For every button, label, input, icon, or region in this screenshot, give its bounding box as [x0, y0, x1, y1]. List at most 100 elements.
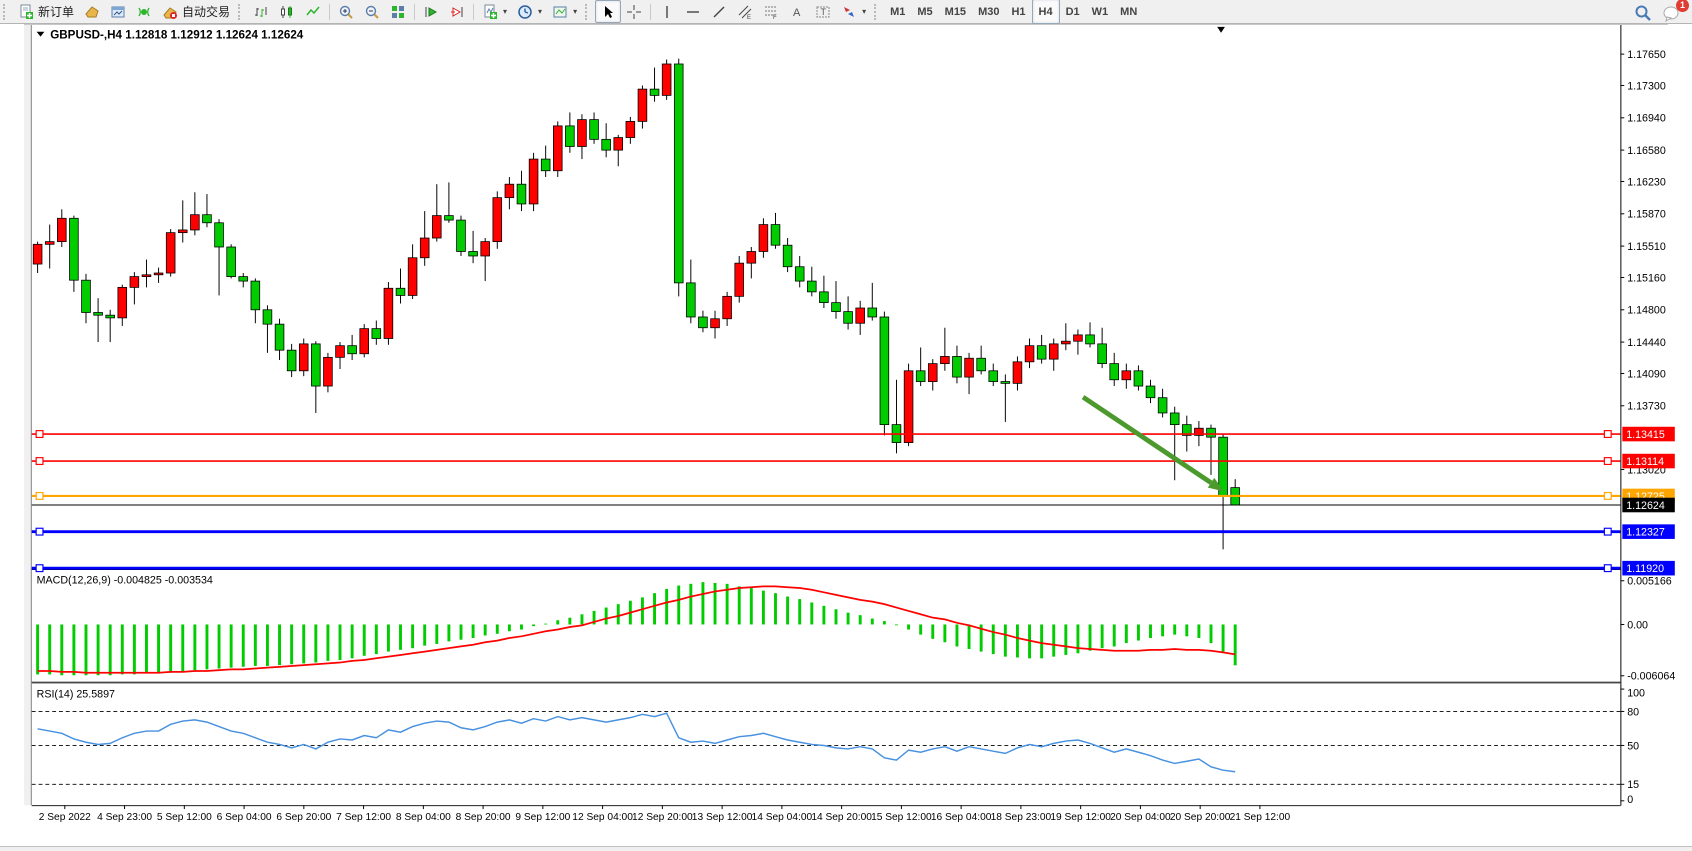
alerts-button[interactable]: [131, 0, 157, 23]
hline-handle[interactable]: [1604, 528, 1611, 535]
rsi-label: RSI(14) 25.5897: [37, 688, 115, 700]
time-axis-label: 6 Sep 04:00: [217, 812, 272, 823]
timeframe-H4[interactable]: H4: [1032, 0, 1060, 24]
chart-shift-marker[interactable]: [1217, 27, 1225, 33]
time-axis-label: 8 Sep 20:00: [456, 812, 511, 823]
gbpusd-h4-chart[interactable]: 1.176501.173001.169401.165801.162301.158…: [0, 24, 1692, 846]
time-axis-label: 13 Sep 12:00: [692, 812, 753, 823]
chart-shift-button[interactable]: [444, 0, 470, 23]
chevron-down-icon: ▾: [538, 7, 542, 16]
candle: [239, 277, 248, 281]
chart-shift-icon: [449, 4, 465, 20]
auto-trading-button[interactable]: 自动交易: [157, 0, 235, 23]
timeframe-M5[interactable]: M5: [911, 4, 938, 20]
candle: [203, 215, 212, 223]
candle: [106, 315, 115, 318]
annotation-arrow[interactable]: [1083, 397, 1211, 483]
cursor-button[interactable]: [595, 0, 621, 23]
chevron-down-icon: ▾: [503, 7, 507, 16]
text-icon: A: [789, 4, 805, 20]
candle: [142, 275, 151, 277]
profiles-button[interactable]: [105, 0, 131, 23]
time-axis-label: 20 Sep 04:00: [1110, 812, 1171, 823]
hline-handle[interactable]: [1604, 431, 1611, 438]
time-axis-label: 5 Sep 12:00: [157, 812, 212, 823]
candle: [517, 184, 526, 204]
candle: [1170, 413, 1179, 425]
tile-windows-button[interactable]: [385, 0, 411, 23]
candle: [82, 280, 91, 312]
svg-text:A: A: [793, 7, 801, 19]
candle: [565, 126, 574, 147]
timeframe-M1[interactable]: M1: [884, 4, 911, 20]
fibonacci-button[interactable]: F: [758, 0, 784, 23]
toolbar: 新订单 自动交易: [0, 0, 1692, 24]
hline-handle[interactable]: [36, 431, 43, 438]
chevron-down-icon: ▾: [862, 7, 866, 16]
timeframe-M30[interactable]: M30: [972, 4, 1005, 20]
hline-handle[interactable]: [36, 565, 43, 572]
hline-handle[interactable]: [1604, 493, 1611, 500]
candle: [856, 308, 865, 323]
text-label-button[interactable]: T: [810, 0, 836, 23]
candle: [686, 283, 695, 317]
candle: [481, 242, 490, 256]
new-chart-button[interactable]: [79, 0, 105, 23]
time-axis-label: 9 Sep 12:00: [515, 812, 570, 823]
horizontal-line-button[interactable]: [680, 0, 706, 23]
time-axis-label: 7 Sep 12:00: [336, 812, 391, 823]
periods-button[interactable]: ▾: [512, 0, 547, 23]
line-chart-button[interactable]: [300, 0, 326, 23]
alerts-icon: [136, 4, 152, 20]
arrows-tool-button[interactable]: ▾: [836, 0, 871, 23]
candlestick-chart-button[interactable]: [274, 0, 300, 23]
time-axis-label: 18 Sep 23:00: [991, 812, 1052, 823]
new-order-button[interactable]: 新订单: [13, 0, 79, 23]
timeframe-M15[interactable]: M15: [939, 4, 972, 20]
auto-scroll-button[interactable]: [418, 0, 444, 23]
templates-button[interactable]: ▾: [547, 0, 582, 23]
vertical-line-button[interactable]: [654, 0, 680, 23]
time-axis-label: 21 Sep 12:00: [1230, 812, 1291, 823]
hline-handle[interactable]: [36, 493, 43, 500]
candle: [505, 184, 514, 197]
candle: [553, 126, 562, 171]
price-tick-label: 1.17300: [1627, 80, 1666, 92]
zoom-in-button[interactable]: [333, 0, 359, 23]
zoom-out-button[interactable]: [359, 0, 385, 23]
timeframe-MN[interactable]: MN: [1114, 4, 1143, 20]
channel-button[interactable]: E: [732, 0, 758, 23]
candle: [190, 215, 199, 230]
toolbar-grip: [3, 4, 10, 20]
candle: [215, 223, 224, 247]
notifications-icon[interactable]: 1: [1662, 4, 1682, 20]
chart-title: GBPUSD-,H4 1.12818 1.12912 1.12624 1.126…: [50, 29, 304, 42]
price-tick-label: 1.14440: [1627, 337, 1666, 349]
time-axis-label: 14 Sep 04:00: [752, 812, 813, 823]
candle: [1158, 398, 1167, 413]
candlestick-chart-icon: [279, 4, 295, 20]
search-icon[interactable]: [1634, 4, 1650, 20]
trendline-button[interactable]: [706, 0, 732, 23]
mt4-window: 新订单 自动交易: [0, 0, 1692, 851]
new-chart-icon: [84, 4, 100, 20]
hline-handle[interactable]: [1604, 458, 1611, 465]
candle: [1001, 382, 1010, 384]
crosshair-button[interactable]: [621, 0, 647, 23]
text-button[interactable]: A: [784, 0, 810, 23]
candle: [227, 247, 236, 277]
candle: [360, 329, 369, 354]
timeframe-W1[interactable]: W1: [1086, 4, 1115, 20]
candle: [275, 324, 284, 350]
hline-handle[interactable]: [36, 528, 43, 535]
indicators-button[interactable]: ▾: [477, 0, 512, 23]
hline-handle[interactable]: [36, 458, 43, 465]
hline-handle[interactable]: [1604, 565, 1611, 572]
candle: [1013, 362, 1022, 384]
price-tick-label: 1.16230: [1627, 176, 1666, 188]
bar-chart-button[interactable]: [248, 0, 274, 23]
timeframe-D1[interactable]: D1: [1060, 4, 1086, 20]
timeframe-H1[interactable]: H1: [1005, 4, 1031, 20]
symbol-dropdown-icon[interactable]: [37, 32, 45, 37]
candle: [965, 358, 974, 377]
